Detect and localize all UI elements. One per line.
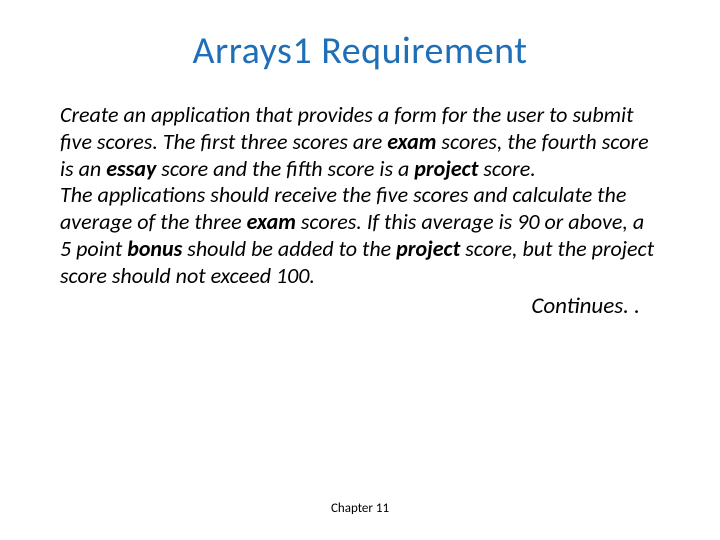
p2-text-3: should be added to the	[182, 235, 396, 262]
p2-bold-exam: exam	[247, 208, 296, 235]
slide-footer: Chapter 11	[0, 501, 720, 516]
p1-text-3: score and the fifth score is a	[156, 155, 414, 182]
continues-text: Continues. .	[60, 292, 660, 320]
p2-bold-project: project	[396, 235, 460, 262]
slide: Arrays1 Requirement Create an applicatio…	[0, 0, 720, 540]
p1-bold-exam: exam	[387, 128, 436, 155]
paragraph-2: The applications should receive the five…	[60, 182, 660, 289]
p2-bold-bonus: bonus	[127, 235, 182, 262]
p1-bold-essay: essay	[106, 155, 156, 182]
p1-bold-project: project	[414, 155, 478, 182]
slide-title: Arrays1 Requirement	[60, 28, 660, 74]
p1-text-4: score.	[478, 155, 535, 182]
paragraph-1: Create an application that provides a fo…	[60, 102, 660, 182]
slide-body: Create an application that provides a fo…	[60, 102, 660, 320]
